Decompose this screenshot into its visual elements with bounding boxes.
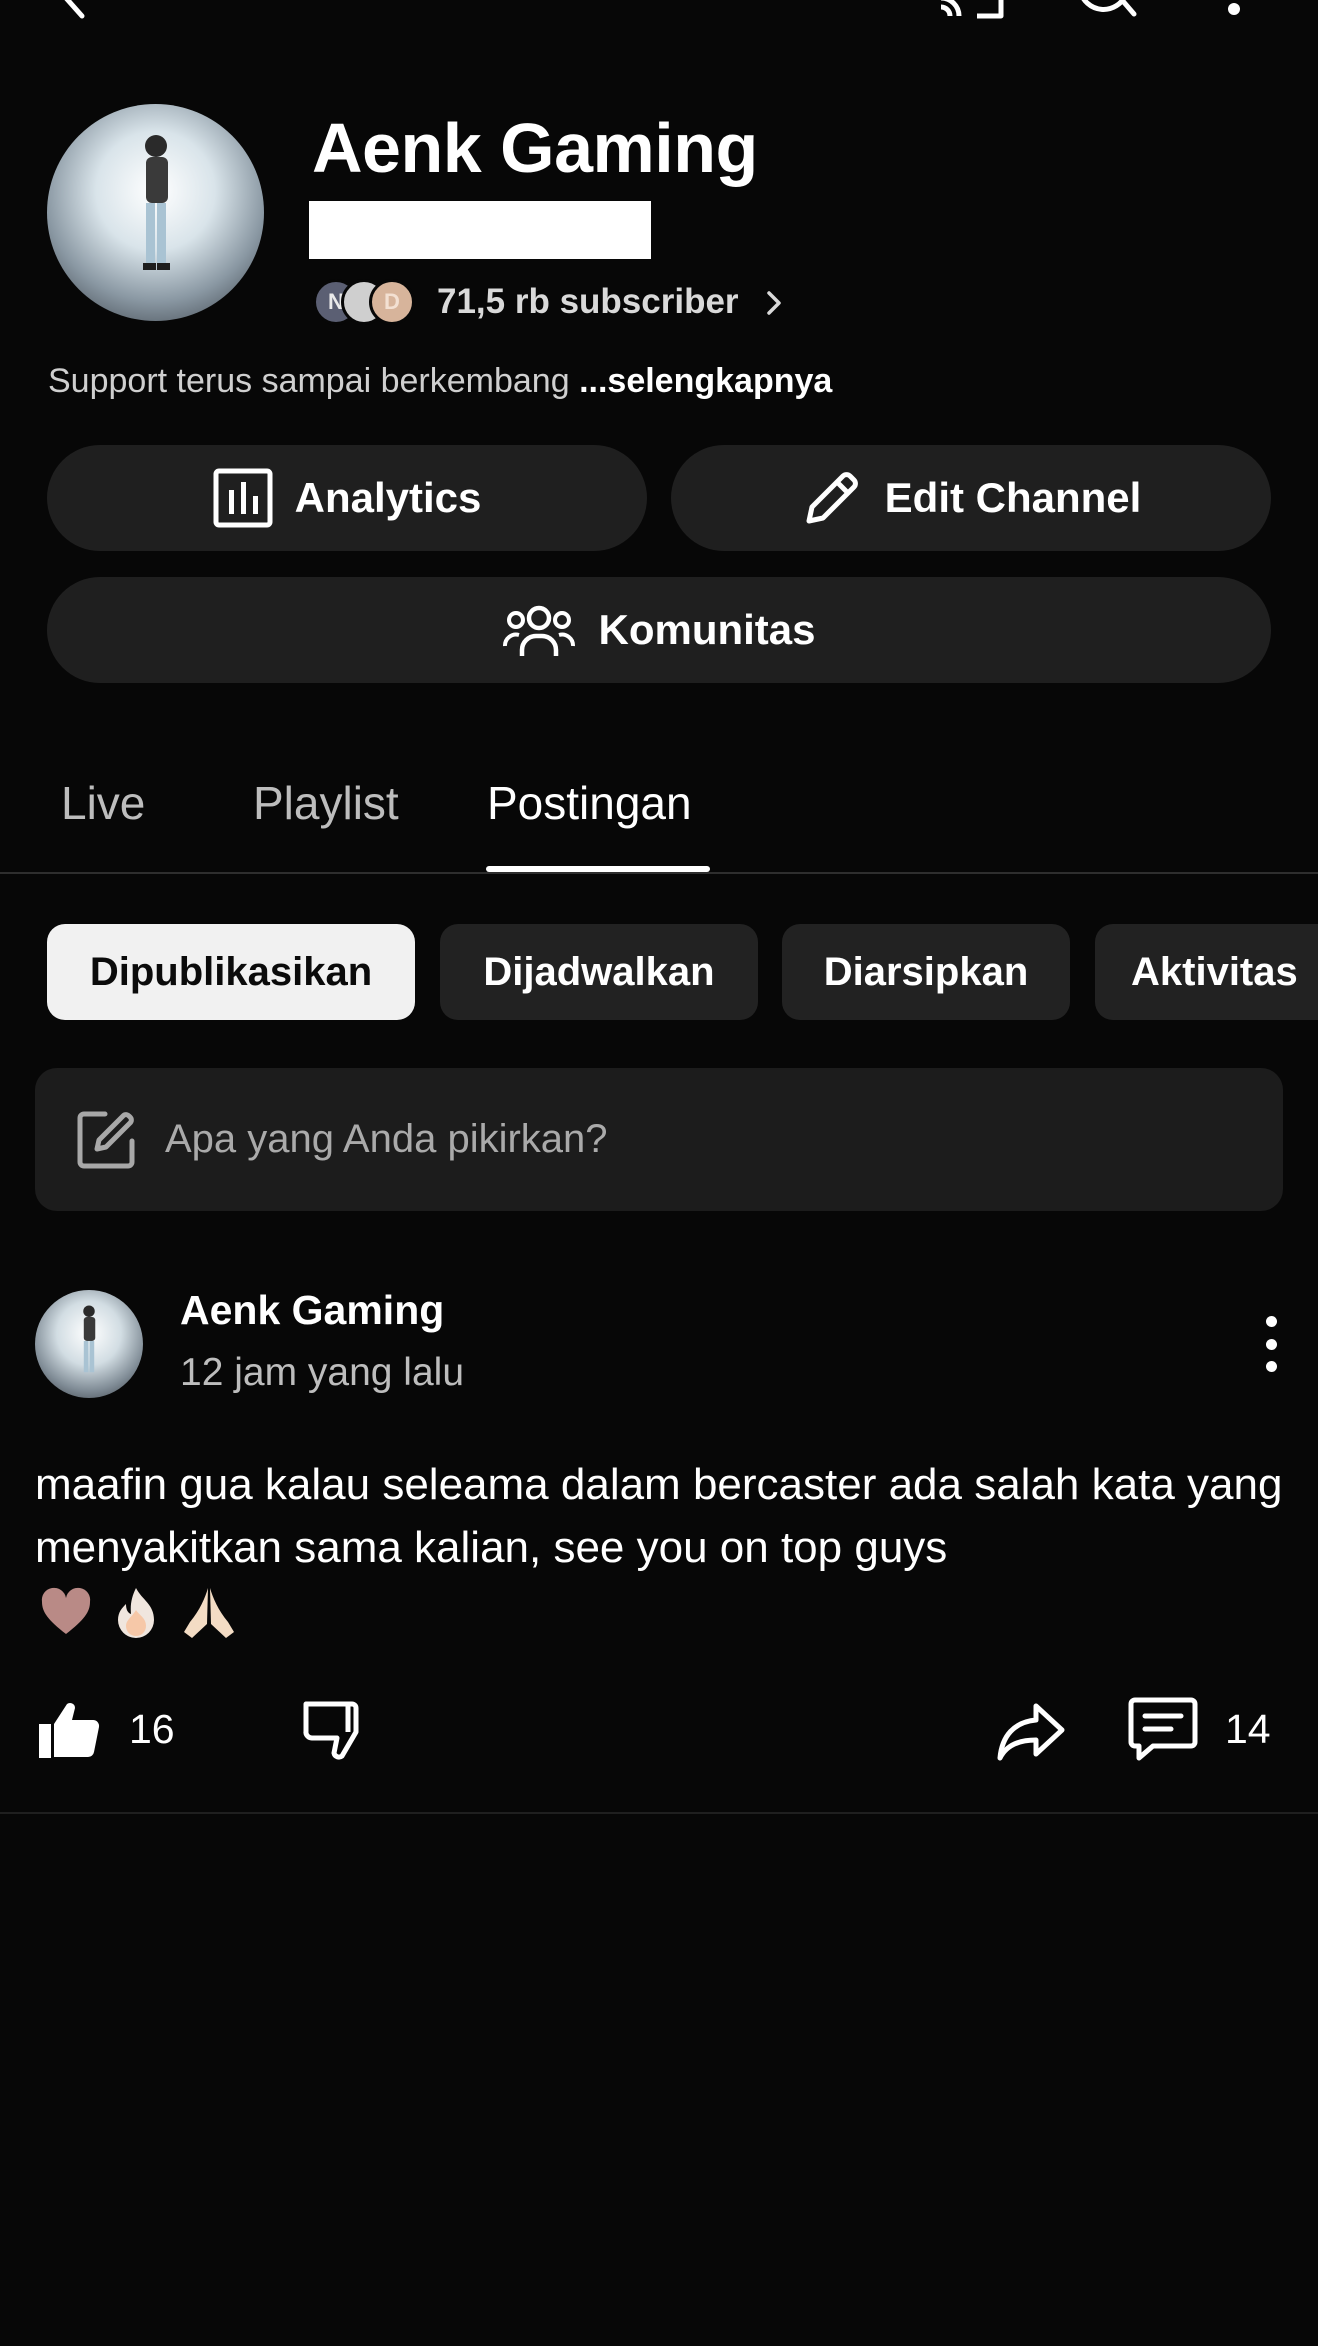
post-divider <box>0 1812 1318 1814</box>
analytics-button[interactable]: Analytics <box>47 445 647 551</box>
edit-channel-label: Edit Channel <box>884 474 1142 521</box>
channel-description[interactable]: Support terus sampai berkembang ...selen… <box>48 362 832 401</box>
comment-count: 14 <box>1225 1705 1271 1752</box>
cast-icon[interactable] <box>934 0 1006 20</box>
description-text: Support terus sampai berkembang <box>48 362 570 400</box>
post-text: maafin gua kalau seleama dalam bercaster… <box>35 1460 1283 1572</box>
search-icon[interactable] <box>1070 0 1140 20</box>
analytics-label: Analytics <box>294 474 482 521</box>
dislike-button[interactable] <box>302 1700 366 1762</box>
thumbs-up-icon <box>39 1703 100 1758</box>
share-icon <box>997 1703 1065 1761</box>
analytics-icon <box>213 468 273 528</box>
avatar-figure-image <box>83 1305 96 1373</box>
redacted-handle <box>309 201 651 259</box>
subscriber-count[interactable]: 71,5 rb subscriber <box>437 282 739 322</box>
tab-postingan[interactable]: Postingan <box>487 776 692 830</box>
channel-avatar[interactable] <box>47 104 264 321</box>
subscriber-avatars[interactable]: N D <box>313 279 423 327</box>
chevron-right-icon[interactable] <box>765 289 783 322</box>
chip-dipublikasikan[interactable]: Dipublikasikan <box>47 924 415 1020</box>
fire-emoji <box>118 1588 154 1638</box>
comments-button[interactable]: 14 <box>1127 1696 1271 1762</box>
praying-hands-emoji <box>184 1588 234 1638</box>
back-arrow-icon[interactable] <box>44 0 104 20</box>
post-emojis: 🤎 🔥 🙏🏻 <box>38 1584 240 1640</box>
edit-channel-button[interactable]: Edit Channel <box>671 445 1271 551</box>
subscriber-avatar: D <box>369 279 415 325</box>
chip-aktivitas[interactable]: Aktivitas <box>1095 924 1318 1020</box>
avatar-figure-image <box>143 135 170 270</box>
comment-icon <box>1128 1697 1198 1761</box>
tabs-divider <box>0 872 1318 874</box>
more-vertical-icon[interactable] <box>1222 0 1246 20</box>
share-button[interactable] <box>996 1700 1066 1762</box>
tab-live[interactable]: Live <box>61 776 145 830</box>
post-author-avatar[interactable] <box>35 1290 143 1398</box>
composer-placeholder: Apa yang Anda pikirkan? <box>165 1117 608 1161</box>
channel-name: Aenk Gaming <box>312 109 758 187</box>
more-link[interactable]: ...selengkapnya <box>579 362 832 400</box>
community-button[interactable]: Komunitas <box>47 577 1271 683</box>
post-composer[interactable]: Apa yang Anda pikirkan? <box>35 1068 1283 1211</box>
like-button[interactable]: 16 <box>37 1698 175 1760</box>
thumbs-down-icon <box>303 1701 359 1760</box>
tab-playlist[interactable]: Playlist <box>253 776 399 830</box>
compose-icon <box>77 1111 135 1168</box>
chip-diarsipkan[interactable]: Diarsipkan <box>782 924 1070 1020</box>
post-more-icon[interactable] <box>1256 1316 1286 1372</box>
post-author-name[interactable]: Aenk Gaming <box>180 1287 444 1334</box>
community-icon <box>503 605 576 656</box>
pencil-icon <box>806 472 858 524</box>
post-timestamp: 12 jam yang lalu <box>180 1351 465 1394</box>
community-label: Komunitas <box>598 606 816 653</box>
brown-heart-emoji <box>41 1587 91 1634</box>
like-count: 16 <box>129 1705 175 1752</box>
chip-dijadwalkan[interactable]: Dijadwalkan <box>440 924 758 1020</box>
